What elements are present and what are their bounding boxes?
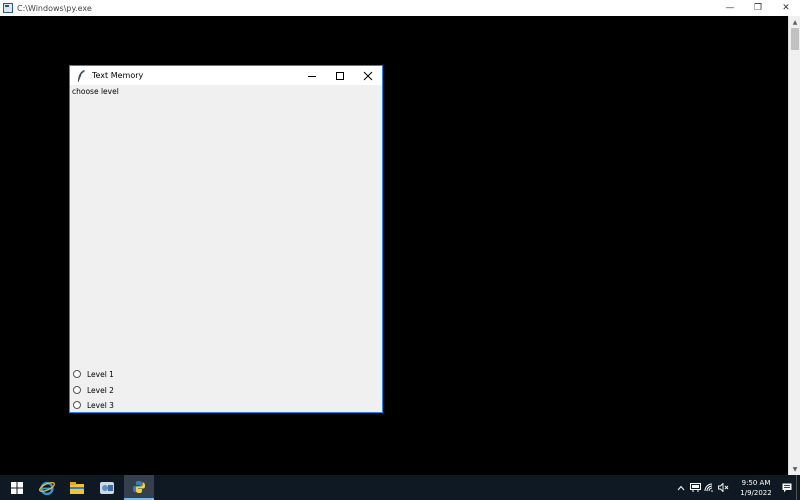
radio-label[interactable]: Level 1 xyxy=(87,370,114,379)
action-center-button[interactable] xyxy=(780,475,794,500)
console-restore-button[interactable]: ❐ xyxy=(744,0,772,16)
console-app-icon xyxy=(3,3,13,13)
speaker-muted-icon xyxy=(717,483,728,492)
taskbar-python-active[interactable] xyxy=(124,475,154,500)
choose-level-label: choose level xyxy=(72,87,119,96)
scroll-up-arrow-icon[interactable]: ▲ xyxy=(789,16,800,28)
wifi-icon xyxy=(704,483,713,492)
internet-explorer-icon xyxy=(39,481,55,495)
close-icon xyxy=(363,71,373,80)
window-title: Text Memory xyxy=(92,71,144,80)
windows-start-icon xyxy=(11,481,23,494)
minimize-button[interactable] xyxy=(298,66,326,85)
tk-titlebar[interactable]: Text Memory xyxy=(70,66,382,85)
start-button[interactable] xyxy=(2,475,32,500)
radio-circle-icon[interactable] xyxy=(73,386,81,394)
tk-client-area: choose level Level 1 Level 2 Level 3 xyxy=(70,85,382,412)
close-button[interactable] xyxy=(354,66,382,85)
console-titlebar[interactable]: C:\Windows\py.exe — ❐ ✕ xyxy=(0,0,800,16)
maximize-button[interactable] xyxy=(326,66,354,85)
system-clock[interactable]: 9:50 AM 1/9/2022 xyxy=(732,478,780,498)
maximize-icon xyxy=(336,71,344,80)
console-title: C:\Windows\py.exe xyxy=(17,3,92,13)
taskbar-file-explorer[interactable] xyxy=(62,475,92,500)
text-memory-window: Text Memory choose level Level 1 Level 2… xyxy=(69,65,383,413)
system-tray: 9:50 AM 1/9/2022 xyxy=(674,475,800,500)
level-2-radio[interactable]: Level 2 xyxy=(73,384,114,396)
minimize-icon xyxy=(308,75,316,77)
radio-circle-icon[interactable] xyxy=(73,401,81,409)
console-minimize-button[interactable]: — xyxy=(716,0,744,16)
radio-label[interactable]: Level 2 xyxy=(87,386,114,395)
network-adapter-icon xyxy=(689,483,701,492)
volume-button[interactable] xyxy=(716,475,730,500)
file-explorer-icon xyxy=(70,481,84,494)
level-3-radio[interactable]: Level 3 xyxy=(73,399,114,411)
app-icon xyxy=(100,481,114,494)
radio-label[interactable]: Level 3 xyxy=(87,401,114,410)
console-window-controls: — ❐ ✕ xyxy=(716,0,800,16)
console-close-button[interactable]: ✕ xyxy=(772,0,800,16)
tk-window-controls xyxy=(298,66,382,85)
show-hidden-icons-button[interactable] xyxy=(674,475,688,500)
scrollbar-thumb[interactable] xyxy=(791,28,799,50)
taskbar-internet-explorer[interactable] xyxy=(32,475,62,500)
notification-icon xyxy=(782,483,792,492)
python-icon xyxy=(133,480,145,493)
scroll-down-arrow-icon[interactable]: ▼ xyxy=(789,463,800,475)
radio-circle-icon[interactable] xyxy=(73,370,81,378)
clock-date: 1/9/2022 xyxy=(740,488,772,497)
level-1-radio[interactable]: Level 1 xyxy=(73,368,114,380)
taskbar-app[interactable] xyxy=(92,475,122,500)
show-desktop-button[interactable] xyxy=(796,475,800,500)
network-adapter-button[interactable] xyxy=(688,475,702,500)
wifi-button[interactable] xyxy=(702,475,716,500)
chevron-up-icon xyxy=(677,485,685,490)
console-scrollbar[interactable]: ▲ ▼ xyxy=(788,16,800,475)
tk-feather-icon xyxy=(77,69,85,82)
clock-time: 9:50 AM xyxy=(741,478,771,487)
taskbar: 9:50 AM 1/9/2022 xyxy=(0,475,800,500)
